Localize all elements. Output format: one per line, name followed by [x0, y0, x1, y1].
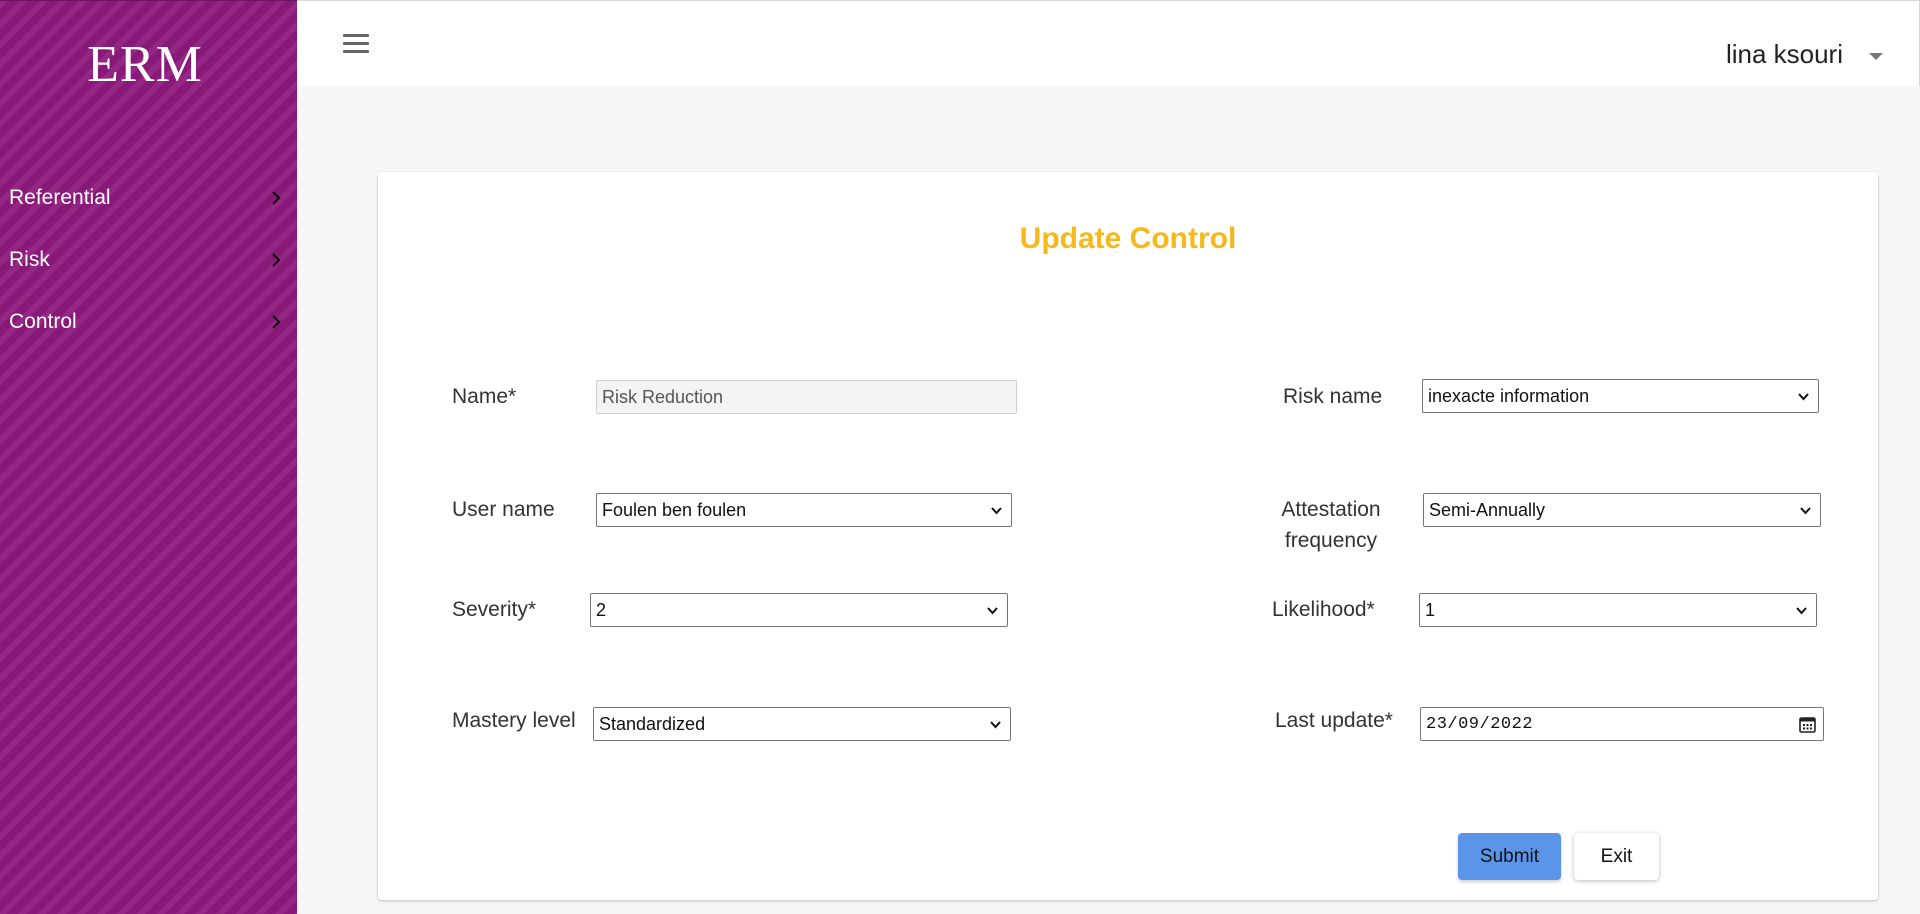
chevron-right-icon: [267, 251, 285, 269]
chevron-down-icon: [987, 607, 998, 615]
likelihood-value: 1: [1425, 599, 1436, 620]
last-update-date-input[interactable]: 23/09/2022: [1420, 707, 1824, 741]
chevron-down-icon: [1798, 393, 1809, 401]
attestation-label-line1: Attestation: [1281, 498, 1381, 521]
submit-button[interactable]: Submit: [1458, 833, 1561, 880]
chevron-right-icon: [267, 313, 285, 331]
sidebar: ERM Referential Risk Control: [0, 0, 297, 914]
chevron-down-icon: [1800, 507, 1811, 515]
calendar-icon[interactable]: [1798, 715, 1817, 734]
name-label: Name*: [452, 385, 517, 408]
attestation-frequency-label: Attestation frequency: [1266, 494, 1396, 556]
user-name[interactable]: lina ksouri: [1726, 39, 1843, 70]
mastery-level-select[interactable]: Standardized: [593, 707, 1011, 741]
hamburger-menu-icon[interactable]: [343, 34, 369, 54]
risk-name-value: inexacte information: [1428, 385, 1590, 406]
severity-value: 2: [596, 599, 607, 620]
attestation-frequency-value: Semi-Annually: [1429, 499, 1546, 520]
sidebar-item-label: Referential: [9, 186, 111, 209]
risk-name-select[interactable]: inexacte information: [1422, 379, 1819, 413]
sidebar-item-label: Risk: [9, 248, 50, 271]
exit-button[interactable]: Exit: [1574, 833, 1659, 880]
likelihood-select[interactable]: 1: [1419, 593, 1817, 627]
severity-label: Severity*: [452, 598, 537, 621]
mastery-level-label: Mastery level: [452, 709, 576, 732]
last-update-value: 23/09/2022: [1426, 714, 1534, 734]
chevron-down-icon: [990, 721, 1001, 729]
page-title: Update Control: [1019, 222, 1237, 255]
mastery-level-value: Standardized: [599, 713, 706, 734]
last-update-label: Last update*: [1275, 709, 1393, 732]
caret-down-icon[interactable]: [1869, 53, 1883, 60]
app-logo: ERM: [87, 36, 203, 93]
chevron-down-icon: [1796, 607, 1807, 615]
user-name-value: Foulen ben foulen: [602, 499, 747, 520]
sidebar-item-risk[interactable]: Risk: [0, 240, 297, 280]
severity-select[interactable]: 2: [590, 593, 1008, 627]
risk-name-label: Risk name: [1283, 385, 1383, 408]
chevron-right-icon: [267, 189, 285, 207]
user-name-label: User name: [452, 498, 555, 521]
sidebar-item-control[interactable]: Control: [0, 302, 297, 342]
top-header: lina ksouri: [297, 0, 1920, 86]
attestation-label-line2: frequency: [1284, 529, 1378, 552]
name-field[interactable]: Risk Reduction: [596, 380, 1017, 414]
sidebar-item-label: Control: [9, 310, 77, 333]
sidebar-item-referential[interactable]: Referential: [0, 178, 297, 218]
likelihood-label: Likelihood*: [1272, 598, 1375, 621]
update-control-card: Update Control Name* Risk Reduction Risk…: [378, 172, 1878, 900]
user-name-select[interactable]: Foulen ben foulen: [596, 493, 1012, 527]
chevron-down-icon: [991, 507, 1002, 515]
attestation-frequency-select[interactable]: Semi-Annually: [1423, 493, 1821, 527]
